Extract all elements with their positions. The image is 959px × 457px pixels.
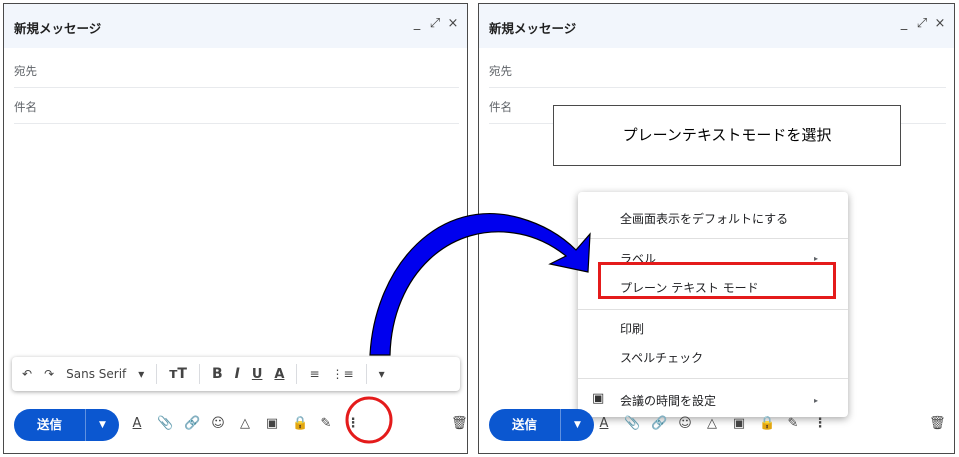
photo-icon[interactable]: ▣ [265, 416, 279, 431]
expand-icon[interactable]: ⤢ [916, 16, 928, 31]
menu-divider [578, 238, 848, 239]
subject-field[interactable]: 件名 [14, 88, 459, 124]
menu-item-spellcheck[interactable]: スペルチェック [620, 349, 703, 366]
numbered-list-icon[interactable]: ⋮≡ [332, 367, 354, 381]
bold-icon[interactable]: B [212, 366, 223, 382]
send-options-icon[interactable]: ▼ [86, 420, 119, 430]
compose-window-right: 新規メッセージ _ ⤢ × 宛先 件名 プレーンテキストモードを選択 全画面表示… [478, 3, 955, 454]
minimize-icon[interactable]: _ [411, 16, 423, 31]
underline-icon[interactable]: U [252, 367, 263, 382]
menu-divider [578, 378, 848, 379]
format-options-icon[interactable]: A [597, 416, 611, 431]
attach-icon[interactable]: 📎 [624, 416, 640, 431]
send-button[interactable]: 送信 ▼ [489, 409, 594, 441]
send-label[interactable]: 送信 [489, 409, 561, 441]
close-icon[interactable]: × [447, 16, 459, 31]
font-size-icon[interactable]: тT [169, 366, 187, 382]
signature-icon[interactable]: ✎ [319, 416, 333, 431]
instruction-callout: プレーンテキストモードを選択 [553, 105, 901, 166]
drive-icon[interactable]: △ [705, 416, 719, 431]
undo-icon[interactable]: ↶ [22, 367, 32, 381]
compose-title: 新規メッセージ [14, 21, 102, 36]
confidential-icon[interactable]: 🔒 [759, 416, 775, 431]
trash-icon[interactable]: 🗑 [929, 416, 946, 431]
format-options-icon[interactable]: A [130, 416, 144, 431]
more-options-icon[interactable]: ⋮ [346, 416, 360, 431]
window-controls: _ ⤢ × [411, 16, 459, 31]
toolbar-divider [156, 364, 158, 384]
window-controls: _ ⤢ × [898, 16, 946, 31]
font-dropdown-icon[interactable]: ▾ [138, 367, 144, 381]
send-label[interactable]: 送信 [14, 409, 86, 441]
menu-divider [578, 309, 848, 310]
redo-icon[interactable]: ↷ [44, 367, 54, 381]
compose-actionbar: 送信 ▼ A 📎 🔗 ☺ △ ▣ 🔒 ✎ ⋮ 🗑 [4, 402, 467, 452]
compose-title: 新規メッセージ [489, 21, 577, 36]
formatting-toolbar: ↶ ↷ Sans Serif ▾ тT B I U A ≡ ⋮≡ ▾ [12, 357, 460, 391]
close-icon[interactable]: × [934, 16, 946, 31]
send-button[interactable]: 送信 ▼ [14, 409, 119, 441]
confidential-icon[interactable]: 🔒 [292, 416, 308, 431]
text-color-icon[interactable]: A [274, 367, 284, 382]
more-options-icon[interactable]: ⋮ [813, 416, 827, 431]
to-field[interactable]: 宛先 [489, 52, 946, 88]
emoji-icon[interactable]: ☺ [211, 416, 225, 431]
signature-icon[interactable]: ✎ [786, 416, 800, 431]
send-options-icon[interactable]: ▼ [561, 420, 594, 430]
action-tools: A 📎 🔗 ☺ △ ▣ 🔒 ✎ ⋮ [130, 416, 360, 431]
compose-actionbar: 送信 ▼ A 📎 🔗 ☺ △ ▣ 🔒 ✎ ⋮ 🗑 [479, 402, 954, 452]
toolbar-divider [296, 364, 298, 384]
trash-icon[interactable]: 🗑 [451, 416, 467, 431]
link-icon[interactable]: 🔗 [651, 416, 667, 431]
plain-text-highlight [598, 262, 836, 299]
menu-item-print[interactable]: 印刷 [620, 320, 644, 337]
compose-titlebar: 新規メッセージ _ ⤢ × [479, 4, 954, 48]
to-field[interactable]: 宛先 [14, 52, 459, 88]
compose-titlebar: 新規メッセージ _ ⤢ × [4, 4, 467, 48]
toolbar-divider [365, 364, 367, 384]
font-select[interactable]: Sans Serif [66, 367, 126, 381]
italic-icon[interactable]: I [235, 366, 240, 382]
compose-window-left: 新規メッセージ _ ⤢ × 宛先 件名 ↶ ↷ Sans Serif ▾ тT … [3, 3, 468, 454]
attach-icon[interactable]: 📎 [157, 416, 173, 431]
menu-item-fullscreen-default[interactable]: 全画面表示をデフォルトにする [620, 210, 788, 227]
more-formatting-icon[interactable]: ▾ [379, 367, 385, 381]
photo-icon[interactable]: ▣ [732, 416, 746, 431]
toolbar-divider [198, 364, 200, 384]
link-icon[interactable]: 🔗 [184, 416, 200, 431]
action-tools: A 📎 🔗 ☺ △ ▣ 🔒 ✎ ⋮ [597, 416, 827, 431]
more-options-menu: 全画面表示をデフォルトにする ラベル ▸ プレーン テキスト モード 印刷 スペ… [578, 192, 848, 417]
drive-icon[interactable]: △ [238, 416, 252, 431]
align-icon[interactable]: ≡ [309, 367, 319, 381]
emoji-icon[interactable]: ☺ [678, 416, 692, 431]
expand-icon[interactable]: ⤢ [429, 16, 441, 31]
minimize-icon[interactable]: _ [898, 16, 910, 31]
